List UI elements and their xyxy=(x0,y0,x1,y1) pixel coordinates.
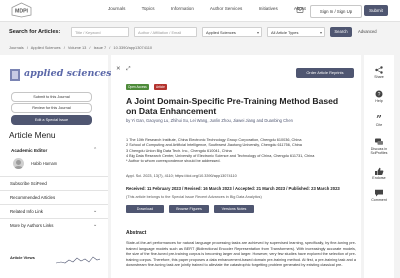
version-notes-button[interactable]: Versions Notes xyxy=(214,205,254,213)
help-action[interactable]: ? Help xyxy=(364,90,394,103)
submit-button[interactable]: Submit xyxy=(364,5,388,16)
sidebar-row-more-by-authors[interactable]: More by Authors Links ⌄ xyxy=(0,218,108,233)
browse-figures-button[interactable]: Browse Figures xyxy=(169,205,209,213)
chevron-down-icon: ⌄ xyxy=(93,209,98,214)
svg-text:”: ” xyxy=(376,115,382,123)
review-for-journal-button[interactable]: Review for this Journal xyxy=(11,103,92,113)
discussion-icon xyxy=(375,138,383,145)
abstract-text: State-of-the-art performances for natura… xyxy=(126,241,356,268)
article-menu-title: Article Menu xyxy=(9,130,56,140)
order-reprints-button[interactable]: Order Article Reprints xyxy=(296,68,354,78)
article-main: ✕ ⤢ Order Article Reprints Open Access A… xyxy=(111,55,361,278)
sidebar-row-label: Subscribe SciFeed xyxy=(10,181,47,186)
editor-name[interactable]: Habib Hamam xyxy=(31,161,57,166)
special-issue-note[interactable]: (This article belongs to the Special Iss… xyxy=(126,195,262,199)
share-action[interactable]: Share xyxy=(364,66,394,79)
svg-text:?: ? xyxy=(378,92,381,98)
academic-editor-label[interactable]: Academic Editor xyxy=(11,148,47,153)
discuss-action[interactable]: Discuss in SciProfiles xyxy=(364,138,394,155)
close-icon[interactable]: ✕ xyxy=(116,66,121,72)
download-button[interactable]: Download xyxy=(126,205,164,213)
nav-author-services[interactable]: Author Services xyxy=(210,6,242,11)
nav-journals[interactable]: Journals xyxy=(108,6,125,11)
endorse-label: Endorse xyxy=(372,176,386,180)
breadcrumb-separator: / xyxy=(26,45,28,50)
avatar xyxy=(13,158,24,169)
breadcrumb-separator: / xyxy=(89,45,91,50)
abstract-heading: Abstract xyxy=(126,230,147,236)
publication-dates: Received: 11 February 2023 / Revised: 16… xyxy=(126,186,340,191)
right-action-bar: Share ? Help ” Cite Discuss in SciProfil… xyxy=(364,55,394,278)
open-access-badge: Open Access xyxy=(126,84,149,90)
help-label: Help xyxy=(375,99,383,103)
edit-special-issue-button[interactable]: Edit a Special Issue xyxy=(11,115,92,125)
logo-text: MDPI xyxy=(15,9,29,15)
article-views-sparkline xyxy=(56,256,100,264)
breadcrumb-separator: / xyxy=(63,45,65,50)
breadcrumb-journals[interactable]: Journals xyxy=(9,45,24,50)
endorse-action[interactable]: Endorse xyxy=(364,167,394,180)
sidebar-row-recommended[interactable]: Recommended Articles xyxy=(0,190,108,205)
author-list[interactable]: by Yi Gan, Gaoyong Lu, Zhihui Su, Lei Wa… xyxy=(126,117,354,124)
breadcrumb: Journals / Applied Sciences / Volume 13 … xyxy=(9,45,154,50)
cite-action[interactable]: ” Cite xyxy=(364,114,394,128)
citation-line[interactable]: Appl. Sci. 2023, 13(7), 4110; https://do… xyxy=(126,174,237,178)
comment-label: Comment xyxy=(371,198,387,202)
help-icon: ? xyxy=(375,90,383,98)
journal-name: applied sciences xyxy=(24,68,112,79)
breadcrumb-doi: 10.3390/app13074110 xyxy=(113,45,153,50)
journal-logo-icon xyxy=(10,69,20,81)
submit-to-journal-button[interactable]: Submit to this Journal xyxy=(11,92,92,102)
breadcrumb-separator: / xyxy=(109,45,111,50)
breadcrumb-issue[interactable]: Issue 7 xyxy=(94,45,107,50)
nav-topics[interactable]: Topics xyxy=(142,6,155,11)
title-keyword-input[interactable]: Title / Keyword xyxy=(71,27,129,37)
author-affiliation-input[interactable]: Author / Affiliation / Email xyxy=(134,27,197,37)
share-icon xyxy=(375,66,383,74)
article-action-icons: ✕ ⤢ xyxy=(116,66,131,73)
article-views-label: Article Views xyxy=(10,255,35,260)
sidebar-row-label: Recommended Articles xyxy=(10,195,56,200)
sidebar-row-label: Related Info Link xyxy=(10,209,43,214)
search-label: Search for Articles: xyxy=(9,29,61,35)
thumbs-up-icon xyxy=(375,167,384,175)
article-type-select[interactable]: All Article Types xyxy=(267,27,325,38)
chevron-down-icon: ⌄ xyxy=(93,223,98,228)
advanced-search-link[interactable]: Advanced xyxy=(358,29,377,34)
discuss-label: Discuss in SciProfiles xyxy=(370,147,388,155)
search-bar: Search for Articles: Title / Keyword Aut… xyxy=(0,22,400,41)
fullscreen-icon[interactable]: ⤢ xyxy=(126,66,130,72)
signin-button[interactable]: Sign In / Sign Up xyxy=(310,5,362,18)
quote-icon: ” xyxy=(376,115,382,123)
mdpi-logo[interactable]: MDPI xyxy=(9,2,34,18)
share-label: Share xyxy=(374,75,384,79)
comment-action[interactable]: Comment xyxy=(364,189,394,202)
chevron-up-icon[interactable]: ⌃ xyxy=(93,148,97,153)
nav-information[interactable]: Information xyxy=(171,6,194,11)
affiliations: 1 The 10th Research Institute, China Ele… xyxy=(126,138,356,164)
notification-icon[interactable] xyxy=(296,6,304,14)
corresponding-author-note: * Author to whom correspondence should b… xyxy=(126,159,221,164)
search-button[interactable]: Search xyxy=(330,27,352,37)
left-sidebar: applied sciences Submit to this Journal … xyxy=(0,55,112,278)
article-title: A Joint Domain-Specific Pre-Training Met… xyxy=(126,96,339,116)
sidebar-row-label: More by Authors Links xyxy=(10,223,54,228)
sidebar-row-subscribe[interactable]: Subscribe SciFeed xyxy=(0,176,108,191)
breadcrumb-journal[interactable]: Applied Sciences xyxy=(31,45,61,50)
cite-label: Cite xyxy=(375,123,383,127)
journal-logo[interactable]: applied sciences xyxy=(10,68,112,81)
comment-icon xyxy=(375,189,383,197)
journal-select[interactable]: Applied Sciences xyxy=(202,27,262,38)
main-nav: Journals Topics Information Author Servi… xyxy=(108,6,321,11)
breadcrumb-volume[interactable]: Volume 13 xyxy=(68,45,86,50)
nav-initiatives[interactable]: Initiatives xyxy=(259,6,278,11)
article-type-badge: Article xyxy=(154,84,167,90)
sidebar-row-related-info[interactable]: Related Info Link ⌄ xyxy=(0,204,108,219)
top-navigation: MDPI Journals Topics Information Author … xyxy=(0,0,400,22)
